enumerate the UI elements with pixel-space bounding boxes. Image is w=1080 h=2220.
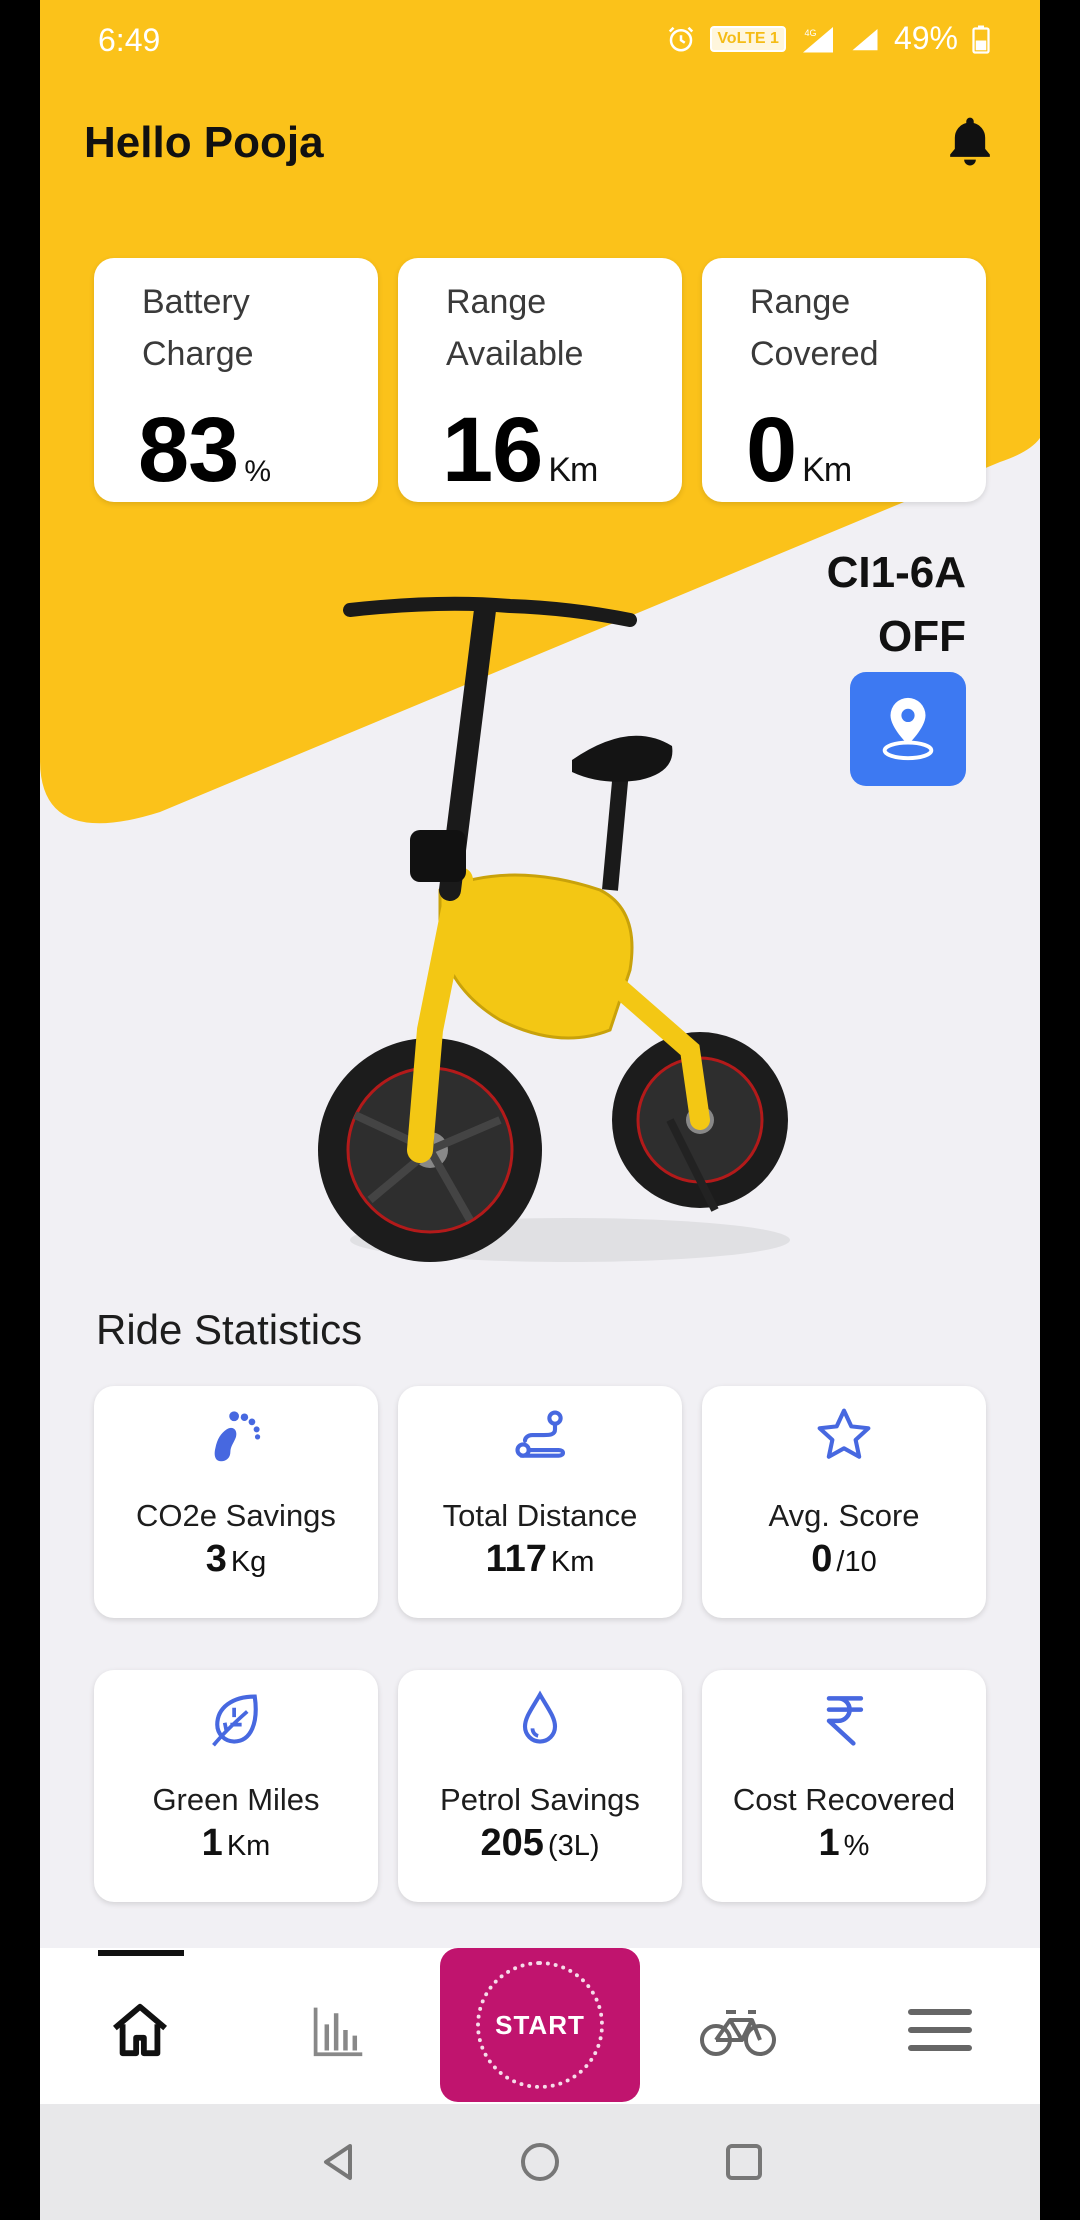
home-system-icon[interactable] — [518, 2140, 562, 2184]
stat-label: CO2e Savings — [136, 1498, 336, 1533]
battery-value: 83 — [138, 399, 239, 501]
menu-icon — [908, 2009, 972, 2051]
distance-value: 117 — [485, 1538, 547, 1580]
petrol-savings-card[interactable]: Petrol Savings 205 (3L) — [398, 1670, 682, 1902]
stat-value: 205 (3L) — [398, 1822, 682, 1865]
recents-icon[interactable] — [722, 2140, 766, 2184]
card-value: 0 Km — [746, 398, 852, 503]
app-screen: 6:49 VoLTE 1 4G 49% Hello Pooja Battery … — [40, 0, 1040, 2220]
vehicle-id: CI1-6A — [826, 548, 966, 597]
battery-icon — [972, 25, 990, 54]
avg-score-card[interactable]: Avg. Score 0/10 — [702, 1386, 986, 1618]
rupee-icon — [826, 1696, 864, 1746]
home-icon — [112, 2003, 168, 2057]
alarm-icon — [669, 26, 694, 51]
scooter-image — [318, 596, 790, 1262]
star-icon — [817, 1408, 871, 1459]
status-icons: VoLTE 1 4G 49% — [666, 20, 990, 57]
signal-icon-4g: 4G — [802, 26, 833, 52]
stat-label: Total Distance — [442, 1498, 638, 1533]
stats-icon — [313, 2007, 363, 2057]
stat-value: 0/10 — [702, 1538, 986, 1581]
route-icon — [515, 1410, 565, 1458]
stat-value: 3 Kg — [94, 1538, 378, 1581]
cost-unit: % — [843, 1830, 870, 1862]
range-available-card: Range Available 16 Km — [398, 258, 682, 502]
total-distance-card[interactable]: Total Distance 117 Km — [398, 1386, 682, 1618]
range-covered-card: Range Covered 0 Km — [702, 258, 986, 502]
nav-vehicle[interactable] — [698, 1990, 778, 2070]
cost-recovered-card[interactable]: Cost Recovered 1% — [702, 1670, 986, 1902]
vehicle-status: OFF — [878, 612, 966, 661]
stat-label: Green Miles — [152, 1782, 320, 1817]
co2e-value: 3 — [205, 1538, 227, 1580]
stat-label: Petrol Savings — [440, 1782, 640, 1817]
co2e-savings-card[interactable]: CO2e Savings 3 Kg — [94, 1386, 378, 1618]
distance-unit: Km — [550, 1546, 595, 1578]
nav-home[interactable] — [100, 1990, 180, 2070]
score-value: 0 — [811, 1538, 833, 1580]
active-tab-indicator — [98, 1950, 184, 1956]
green-miles-card[interactable]: Green Miles 1 Km — [94, 1670, 378, 1902]
ride-statistics-title: Ride Statistics — [96, 1306, 363, 1353]
bell-icon[interactable] — [942, 112, 998, 170]
volte-badge: VoLTE 1 — [710, 25, 786, 52]
stat-value: 1 Km — [94, 1822, 378, 1865]
petrol-value: 205 — [480, 1822, 544, 1864]
start-label: START — [495, 2009, 585, 2040]
green-miles-value: 1 — [201, 1822, 223, 1864]
location-pin-icon — [882, 697, 934, 761]
back-icon[interactable] — [316, 2140, 360, 2184]
score-unit: /10 — [836, 1546, 877, 1578]
stat-label: Avg. Score — [768, 1498, 920, 1533]
nav-menu[interactable] — [900, 1990, 980, 2070]
leaf-icon — [212, 1694, 258, 1747]
network-type: 4G — [804, 28, 816, 38]
stat-value: 117 Km — [398, 1538, 682, 1581]
range-available-unit: Km — [548, 451, 598, 489]
stat-label: Cost Recovered — [732, 1782, 956, 1817]
locate-vehicle-button[interactable] — [850, 672, 966, 786]
card-value: 16 Km — [442, 398, 598, 503]
card-label: Battery Charge — [142, 283, 254, 373]
card-label: Range Available — [446, 283, 584, 373]
battery-percent: 49% — [893, 20, 958, 56]
status-time: 6:49 — [98, 22, 161, 58]
greeting-title: Hello Pooja — [84, 118, 324, 167]
green-miles-unit: Km — [226, 1830, 271, 1862]
nav-statistics[interactable] — [298, 1990, 378, 2070]
stat-value: 1% — [702, 1822, 986, 1865]
status-bar: 6:49 VoLTE 1 4G 49% — [40, 0, 1040, 84]
petrol-unit: (3L) — [547, 1830, 600, 1862]
battery-unit: % — [244, 455, 271, 488]
signal-icon — [852, 28, 878, 50]
footprint-icon — [214, 1411, 261, 1462]
start-ring: START — [476, 1961, 604, 2089]
bicycle-icon — [700, 2010, 776, 2056]
range-covered-value: 0 — [746, 399, 797, 501]
drop-icon — [522, 1690, 558, 1744]
range-available-value: 16 — [442, 399, 543, 501]
card-value: 83% — [138, 398, 271, 503]
start-ride-button[interactable]: START — [440, 1948, 640, 2102]
card-label: Range Covered — [750, 283, 879, 373]
cost-value: 1 — [818, 1822, 840, 1864]
co2e-unit: Kg — [230, 1546, 267, 1578]
battery-charge-card: Battery Charge 83% — [94, 258, 378, 502]
range-covered-unit: Km — [802, 451, 852, 489]
